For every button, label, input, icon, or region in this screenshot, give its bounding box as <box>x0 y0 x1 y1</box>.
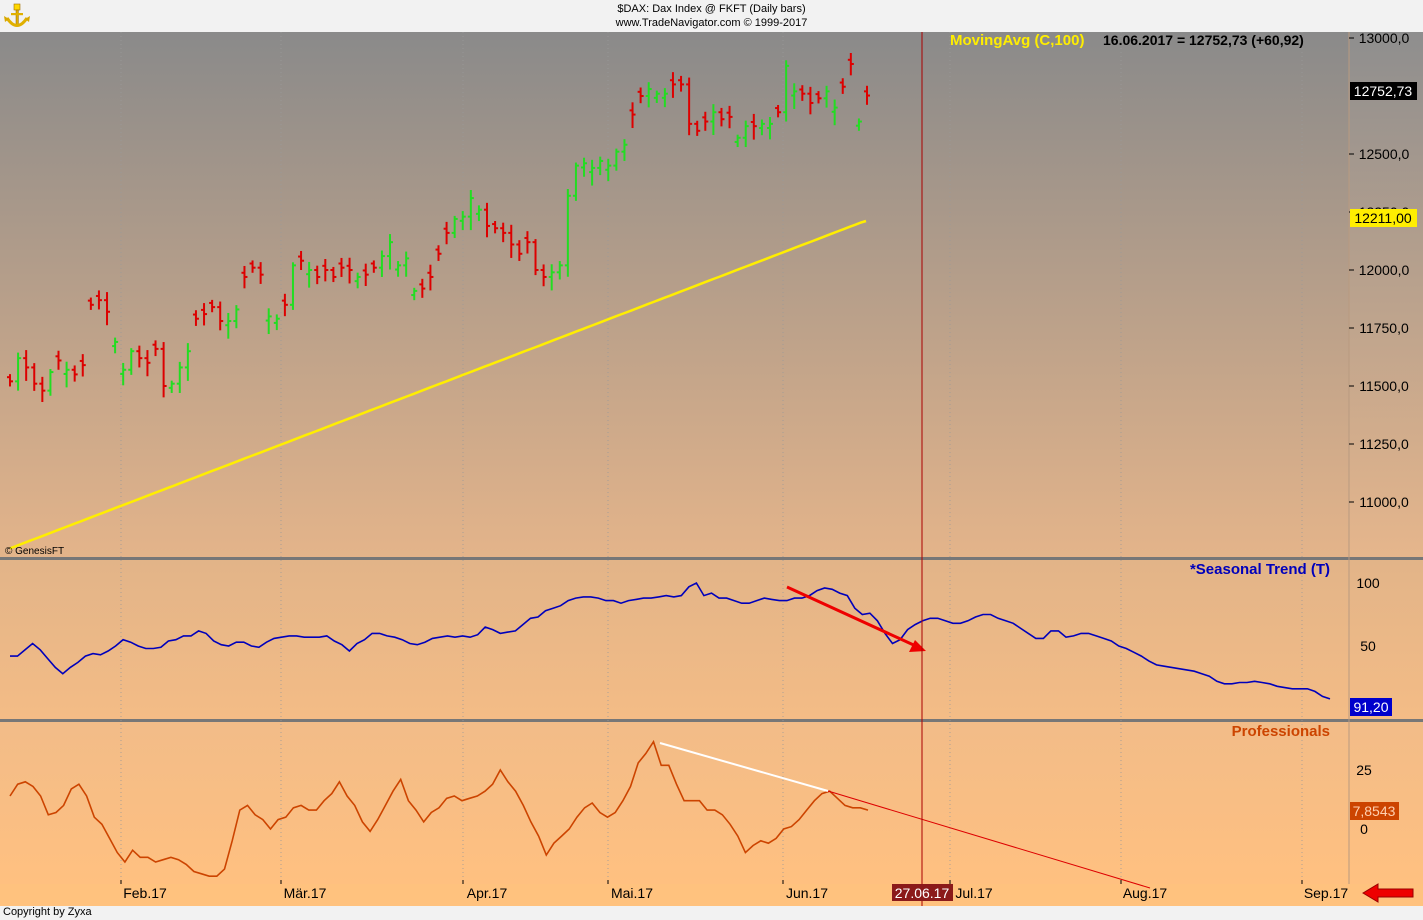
panel-separator-2[interactable] <box>0 719 1423 722</box>
price-axis-area <box>1349 32 1423 558</box>
price-tick-label: 11750,0 <box>1359 320 1409 336</box>
price-tick-label: 13000,0 <box>1359 30 1410 46</box>
chart-title: $DAX: Dax Index @ FKFT (Daily bars) <box>0 3 1423 16</box>
date-tick-label: Mär.17 <box>284 885 327 901</box>
ma-readout: 16.06.2017 = 12752,73 (+60,92) <box>1103 32 1304 48</box>
seasonal-tick-label: 100 <box>1356 575 1380 591</box>
seasonal-tick-label: 50 <box>1360 638 1376 654</box>
panel-separator-1[interactable] <box>0 557 1423 560</box>
date-tick-label: Jun.17 <box>786 885 828 901</box>
copyright-text: Copyright by Zyxa <box>3 906 92 918</box>
ma-last-value: 12211,00 <box>1354 210 1412 226</box>
professionals-tick-label: 25 <box>1356 762 1372 778</box>
seasonal-legend-label: *Seasonal Trend (T) <box>1190 561 1330 578</box>
price-tick-label: 11000,0 <box>1359 494 1409 510</box>
price-tick-label: 11250,0 <box>1359 436 1409 452</box>
price-last-value: 12752,73 <box>1354 83 1413 99</box>
date-tick-label: Jul.17 <box>955 885 993 901</box>
price-tick-label: 12500,0 <box>1359 146 1410 162</box>
genesis-watermark: © GenesisFT <box>5 546 64 557</box>
chart-source: www.TradeNavigator.com © 1999-2017 <box>0 17 1423 30</box>
date-axis-band <box>0 884 1423 906</box>
date-tick-label: Mai.17 <box>611 885 653 901</box>
professionals-tick-label: 0 <box>1360 821 1368 837</box>
footer-band <box>0 906 1423 920</box>
date-tick-label: Feb.17 <box>123 885 167 901</box>
price-tick-label: 12000,0 <box>1359 262 1410 278</box>
professionals-legend-label: Professionals <box>1232 723 1330 740</box>
professionals-panel <box>0 722 1423 884</box>
dax-chart: 13000,012500,012250,012000,011750,011500… <box>0 0 1423 920</box>
date-tick-label: Sep.17 <box>1304 885 1349 901</box>
cursor-date-label: 27.06.17 <box>895 885 950 901</box>
price-tick-label: 11500,0 <box>1359 378 1409 394</box>
date-tick-label: Apr.17 <box>467 885 508 901</box>
chart-stage: 13000,012500,012250,012000,011750,011500… <box>0 0 1423 920</box>
seasonal-last-value: 91,20 <box>1353 699 1388 715</box>
professionals-last-value: 7,8543 <box>1353 803 1396 819</box>
date-tick-label: Aug.17 <box>1123 885 1168 901</box>
ma-legend-label: MovingAvg (C,100) <box>950 32 1084 49</box>
